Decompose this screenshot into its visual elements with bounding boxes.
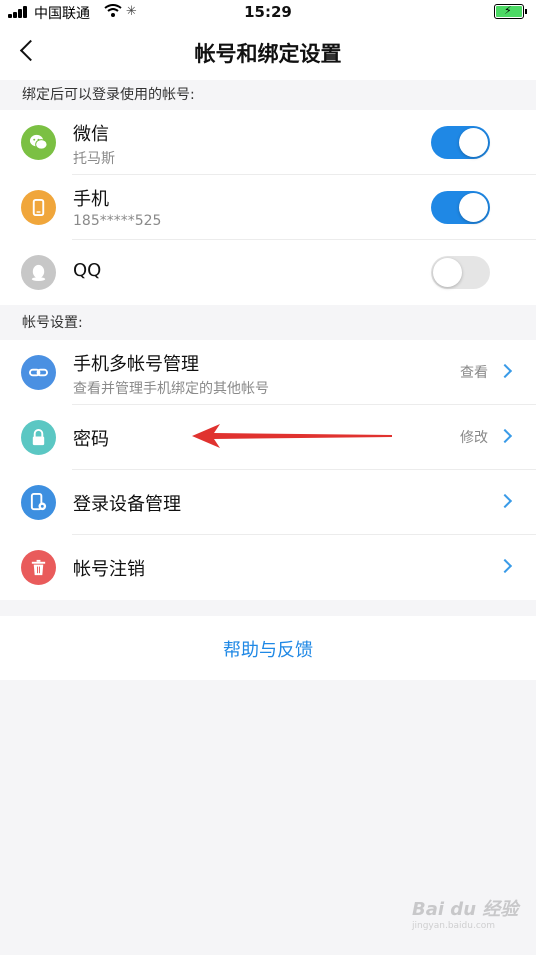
account-item-subtitle: 查看并管理手机绑定的其他帐号 bbox=[73, 381, 269, 397]
lock-icon bbox=[21, 420, 56, 455]
page-title: 帐号和绑定设置 bbox=[194, 42, 342, 66]
view-action-label: 查看 bbox=[460, 365, 488, 381]
chevron-right-icon bbox=[497, 428, 513, 444]
phone-icon bbox=[21, 190, 56, 225]
wechat-icon bbox=[21, 125, 56, 160]
binding-title: 手机 bbox=[73, 189, 109, 210]
status-bar: 中国联通 ✳ 15:29 ⚡ bbox=[0, 0, 536, 24]
account-group: 手机多帐号管理 查看并管理手机绑定的其他帐号 查看 密码 修改 登录设备管理 帐… bbox=[0, 340, 536, 600]
account-section-header: 帐号设置: bbox=[22, 315, 83, 331]
account-item-title: 手机多帐号管理 bbox=[73, 354, 199, 375]
wechat-binding-toggle[interactable] bbox=[431, 126, 490, 159]
binding-row-wechat[interactable]: 微信 托马斯 bbox=[0, 110, 536, 175]
binding-row-phone[interactable]: 手机 185*****525 bbox=[0, 175, 536, 240]
watermark-brand: Bai du 经验 bbox=[412, 899, 519, 920]
help-group: 帮助与反馈 bbox=[0, 616, 536, 680]
binding-subtitle: 185*****525 bbox=[73, 213, 162, 229]
qq-icon bbox=[21, 255, 56, 290]
status-time: 15:29 bbox=[244, 3, 292, 21]
battery-tip bbox=[525, 9, 527, 14]
binding-row-qq[interactable]: QQ bbox=[0, 240, 536, 305]
device-icon bbox=[21, 485, 56, 520]
watermark-logo: Bai du 经验 jingyan.baidu.com bbox=[412, 895, 532, 945]
binding-title: QQ bbox=[73, 260, 102, 281]
account-item-title: 密码 bbox=[73, 429, 109, 450]
account-row-deactivate[interactable]: 帐号注销 bbox=[0, 535, 536, 600]
link-icon bbox=[21, 355, 56, 390]
bindings-group: 微信 托马斯 手机 185*****525 QQ bbox=[0, 110, 536, 305]
phone-binding-toggle[interactable] bbox=[431, 191, 490, 224]
binding-title: 微信 bbox=[73, 124, 109, 145]
battery-icon: ⚡ bbox=[494, 4, 524, 19]
bindings-section-header: 绑定后可以登录使用的帐号: bbox=[22, 87, 195, 103]
qq-binding-toggle[interactable] bbox=[431, 256, 490, 289]
nav-bar: 帐号和绑定设置 bbox=[0, 24, 536, 80]
binding-subtitle: 托马斯 bbox=[73, 151, 115, 167]
chevron-right-icon bbox=[497, 493, 513, 509]
account-row-multi[interactable]: 手机多帐号管理 查看并管理手机绑定的其他帐号 查看 bbox=[0, 340, 536, 405]
account-item-title: 帐号注销 bbox=[73, 559, 145, 580]
trash-icon bbox=[21, 550, 56, 585]
annotation-arrow-icon bbox=[192, 424, 392, 448]
chevron-right-icon bbox=[497, 363, 513, 379]
watermark-domain: jingyan.baidu.com bbox=[412, 921, 496, 931]
chevron-right-icon bbox=[497, 558, 513, 574]
account-item-title: 登录设备管理 bbox=[73, 494, 181, 515]
modify-action-label: 修改 bbox=[460, 430, 488, 446]
help-feedback-link[interactable]: 帮助与反馈 bbox=[0, 636, 536, 662]
account-row-devices[interactable]: 登录设备管理 bbox=[0, 470, 536, 535]
